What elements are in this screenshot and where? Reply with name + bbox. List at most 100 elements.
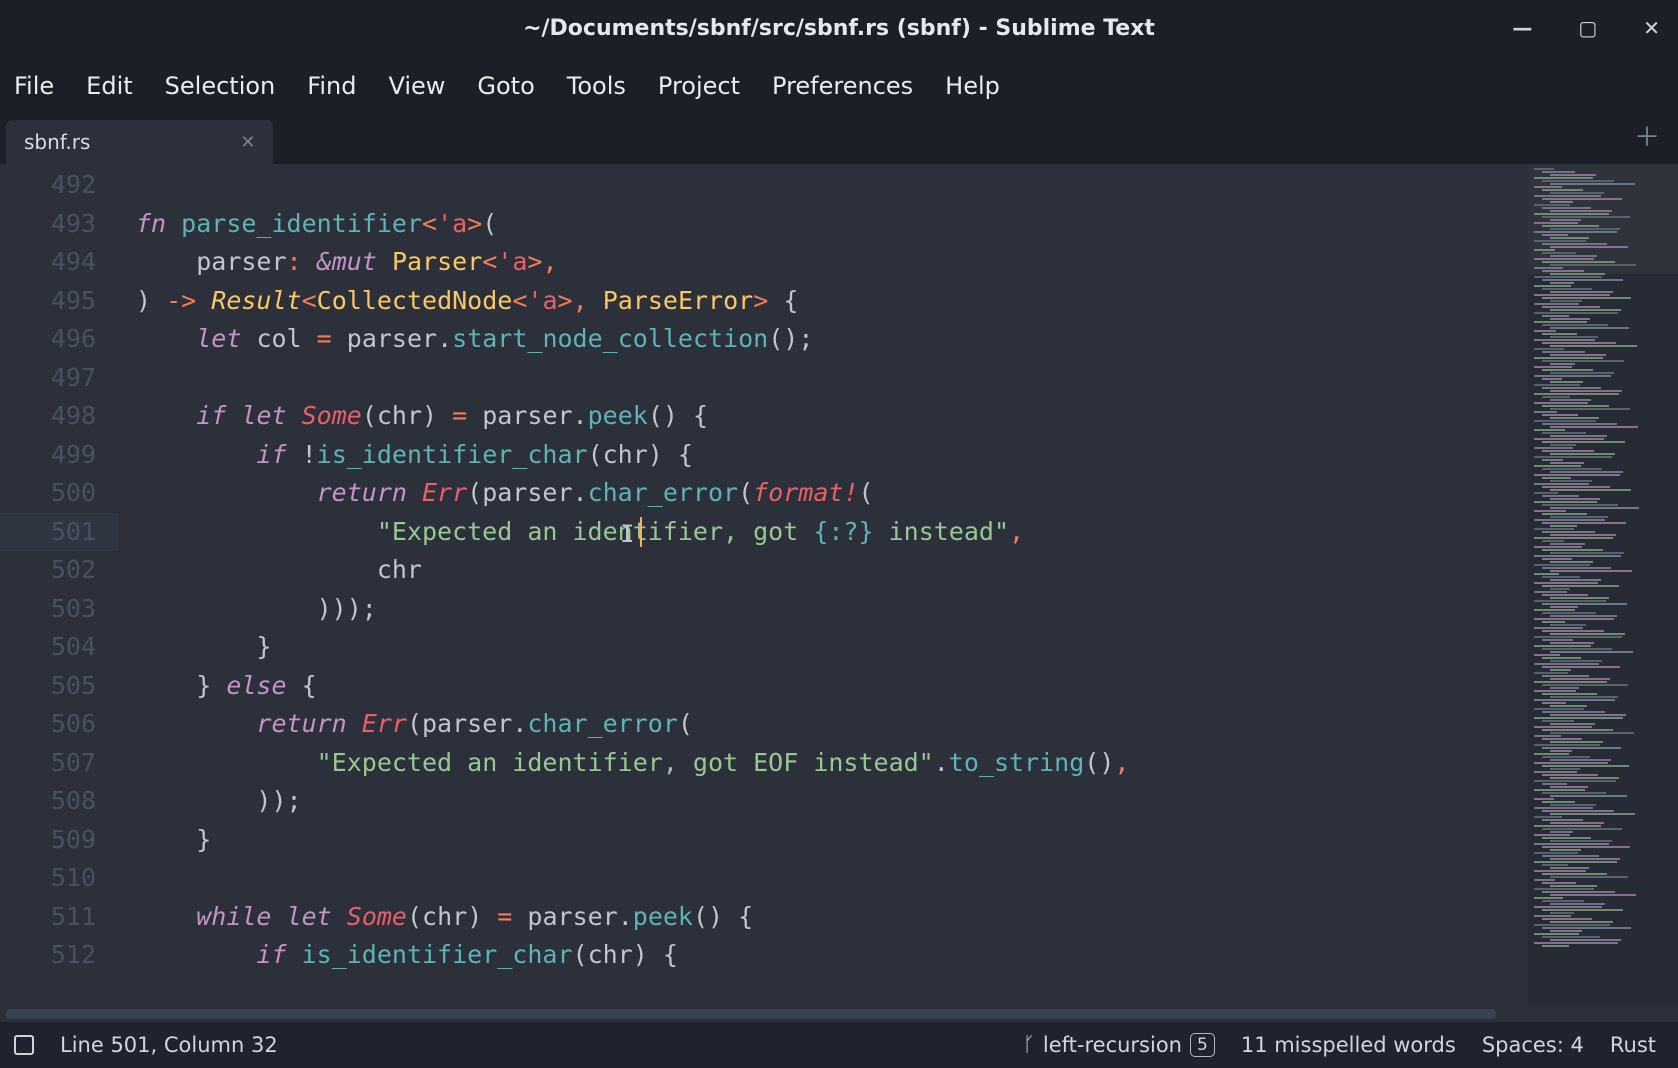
menu-selection[interactable]: Selection [165, 72, 276, 100]
code-text: return Err(parser.char_error(format!( [118, 474, 874, 513]
menu-preferences[interactable]: Preferences [772, 72, 913, 100]
code-text: ))); [118, 590, 377, 629]
status-syntax-text: Rust [1610, 1033, 1656, 1057]
line-number: 495 [0, 282, 118, 321]
status-indent[interactable]: Spaces: 4 [1482, 1033, 1584, 1057]
code-text: let col = parser.start_node_collection()… [118, 320, 813, 359]
horizontal-scrollbar[interactable] [0, 1006, 1678, 1022]
status-spell-text: 11 misspelled words [1241, 1033, 1456, 1057]
status-branch-badge: 5 [1190, 1033, 1215, 1057]
line-number: 508 [0, 782, 118, 821]
code-line[interactable]: 507 "Expected an identifier, got EOF ins… [0, 744, 1528, 783]
status-linecol[interactable]: Line 501, Column 32 [60, 1033, 278, 1057]
line-number: 492 [0, 166, 118, 205]
minimap[interactable] [1528, 164, 1678, 1006]
menu-find[interactable]: Find [307, 72, 356, 100]
code-line[interactable]: 492 [0, 166, 1528, 205]
code-text: )); [118, 782, 302, 821]
code-line[interactable]: 499 if !is_identifier_char(chr) { [0, 436, 1528, 475]
code-line[interactable]: 500 return Err(parser.char_error(format!… [0, 474, 1528, 513]
code-line[interactable]: 510 [0, 859, 1528, 898]
code-line[interactable]: 503 ))); [0, 590, 1528, 629]
window-title: ~/Documents/sbnf/src/sbnf.rs (sbnf) - Su… [523, 16, 1155, 41]
scrollbar-thumb[interactable] [6, 1009, 1496, 1019]
code-view[interactable]: 492493fn parse_identifier<'a>(494 parser… [0, 164, 1528, 1006]
menu-help[interactable]: Help [945, 72, 1000, 100]
code-line[interactable]: 506 return Err(parser.char_error( [0, 705, 1528, 744]
maximize-icon[interactable]: ▢ [1578, 18, 1597, 38]
editor: 492493fn parse_identifier<'a>(494 parser… [0, 164, 1678, 1006]
code-text [118, 359, 136, 398]
tab-sbnf[interactable]: sbnf.rs ✕ [6, 120, 273, 164]
line-number: 511 [0, 898, 118, 937]
code-line[interactable]: 498 if let Some(chr) = parser.peek() { [0, 397, 1528, 436]
menu-project[interactable]: Project [658, 72, 740, 100]
line-number: 503 [0, 590, 118, 629]
code-line[interactable]: 495) -> Result<CollectedNode<'a>, ParseE… [0, 282, 1528, 321]
status-bar: Line 501, Column 32 ᚴ left-recursion 5 1… [0, 1022, 1678, 1068]
line-number: 507 [0, 744, 118, 783]
menu-tools[interactable]: Tools [567, 72, 626, 100]
code-text: ) -> Result<CollectedNode<'a>, ParseErro… [118, 282, 798, 321]
status-branch[interactable]: ᚴ left-recursion 5 [1023, 1033, 1215, 1057]
line-number: 506 [0, 705, 118, 744]
code-text [118, 166, 136, 205]
code-text: parser: &mut Parser<'a>, [118, 243, 558, 282]
code-line[interactable]: 497 [0, 359, 1528, 398]
menubar: File Edit Selection Find View Goto Tools Projec… [0, 56, 1678, 116]
code-text: "Expected an identifier, got {:?} instea… [118, 513, 1024, 552]
panel-toggle-icon[interactable] [14, 1035, 34, 1055]
line-number: 494 [0, 243, 118, 282]
status-indent-text: Spaces: 4 [1482, 1033, 1584, 1057]
code-text: return Err(parser.char_error( [118, 705, 693, 744]
text-caret [640, 517, 642, 547]
code-line[interactable]: 494 parser: &mut Parser<'a>, [0, 243, 1528, 282]
code-line[interactable]: 512 if is_identifier_char(chr) { [0, 936, 1528, 975]
code-text: if let Some(chr) = parser.peek() { [118, 397, 708, 436]
code-text: if is_identifier_char(chr) { [118, 936, 678, 975]
code-line[interactable]: 502 chr [0, 551, 1528, 590]
titlebar: ~/Documents/sbnf/src/sbnf.rs (sbnf) - Su… [0, 0, 1678, 56]
code-text: fn parse_identifier<'a>( [118, 205, 497, 244]
code-line[interactable]: 496 let col = parser.start_node_collecti… [0, 320, 1528, 359]
mouse-cursor-icon: I [620, 515, 634, 554]
code-line[interactable]: 505 } else { [0, 667, 1528, 706]
line-number: 498 [0, 397, 118, 436]
status-branch-name: left-recursion [1043, 1033, 1182, 1057]
code-line[interactable]: 511 while let Some(chr) = parser.peek() … [0, 898, 1528, 937]
minimize-icon[interactable]: — [1512, 18, 1532, 38]
line-number: 502 [0, 551, 118, 590]
code-text: while let Some(chr) = parser.peek() { [118, 898, 753, 937]
status-spell[interactable]: 11 misspelled words [1241, 1033, 1456, 1057]
line-number: 497 [0, 359, 118, 398]
line-number: 501 [0, 513, 118, 552]
code-text: if !is_identifier_char(chr) { [118, 436, 693, 475]
line-number: 509 [0, 821, 118, 860]
line-number: 505 [0, 667, 118, 706]
code-text: } [118, 821, 211, 860]
menu-edit[interactable]: Edit [86, 72, 132, 100]
line-number: 499 [0, 436, 118, 475]
code-text: "Expected an identifier, got EOF instead… [118, 744, 1129, 783]
code-line[interactable]: 508 )); [0, 782, 1528, 821]
code-line[interactable]: 509 } [0, 821, 1528, 860]
line-number: 500 [0, 474, 118, 513]
menu-goto[interactable]: Goto [477, 72, 534, 100]
close-icon[interactable]: ✕ [1643, 18, 1660, 38]
status-syntax[interactable]: Rust [1610, 1033, 1656, 1057]
window-controls: — ▢ ✕ [1512, 18, 1660, 38]
code-line[interactable]: 493fn parse_identifier<'a>( [0, 205, 1528, 244]
menu-file[interactable]: File [14, 72, 54, 100]
code-text: } else { [118, 667, 317, 706]
line-number: 510 [0, 859, 118, 898]
code-line[interactable]: 501 "Expected an identifier, got {:?} in… [0, 513, 1528, 552]
code-text: } [118, 628, 271, 667]
git-branch-icon: ᚴ [1023, 1032, 1035, 1056]
line-number: 493 [0, 205, 118, 244]
tab-close-icon[interactable]: ✕ [240, 132, 255, 153]
code-line[interactable]: 504 } [0, 628, 1528, 667]
new-tab-icon[interactable]: ＋ [1634, 117, 1660, 154]
menu-view[interactable]: View [388, 72, 445, 100]
code-text: chr [118, 551, 422, 590]
line-number: 496 [0, 320, 118, 359]
